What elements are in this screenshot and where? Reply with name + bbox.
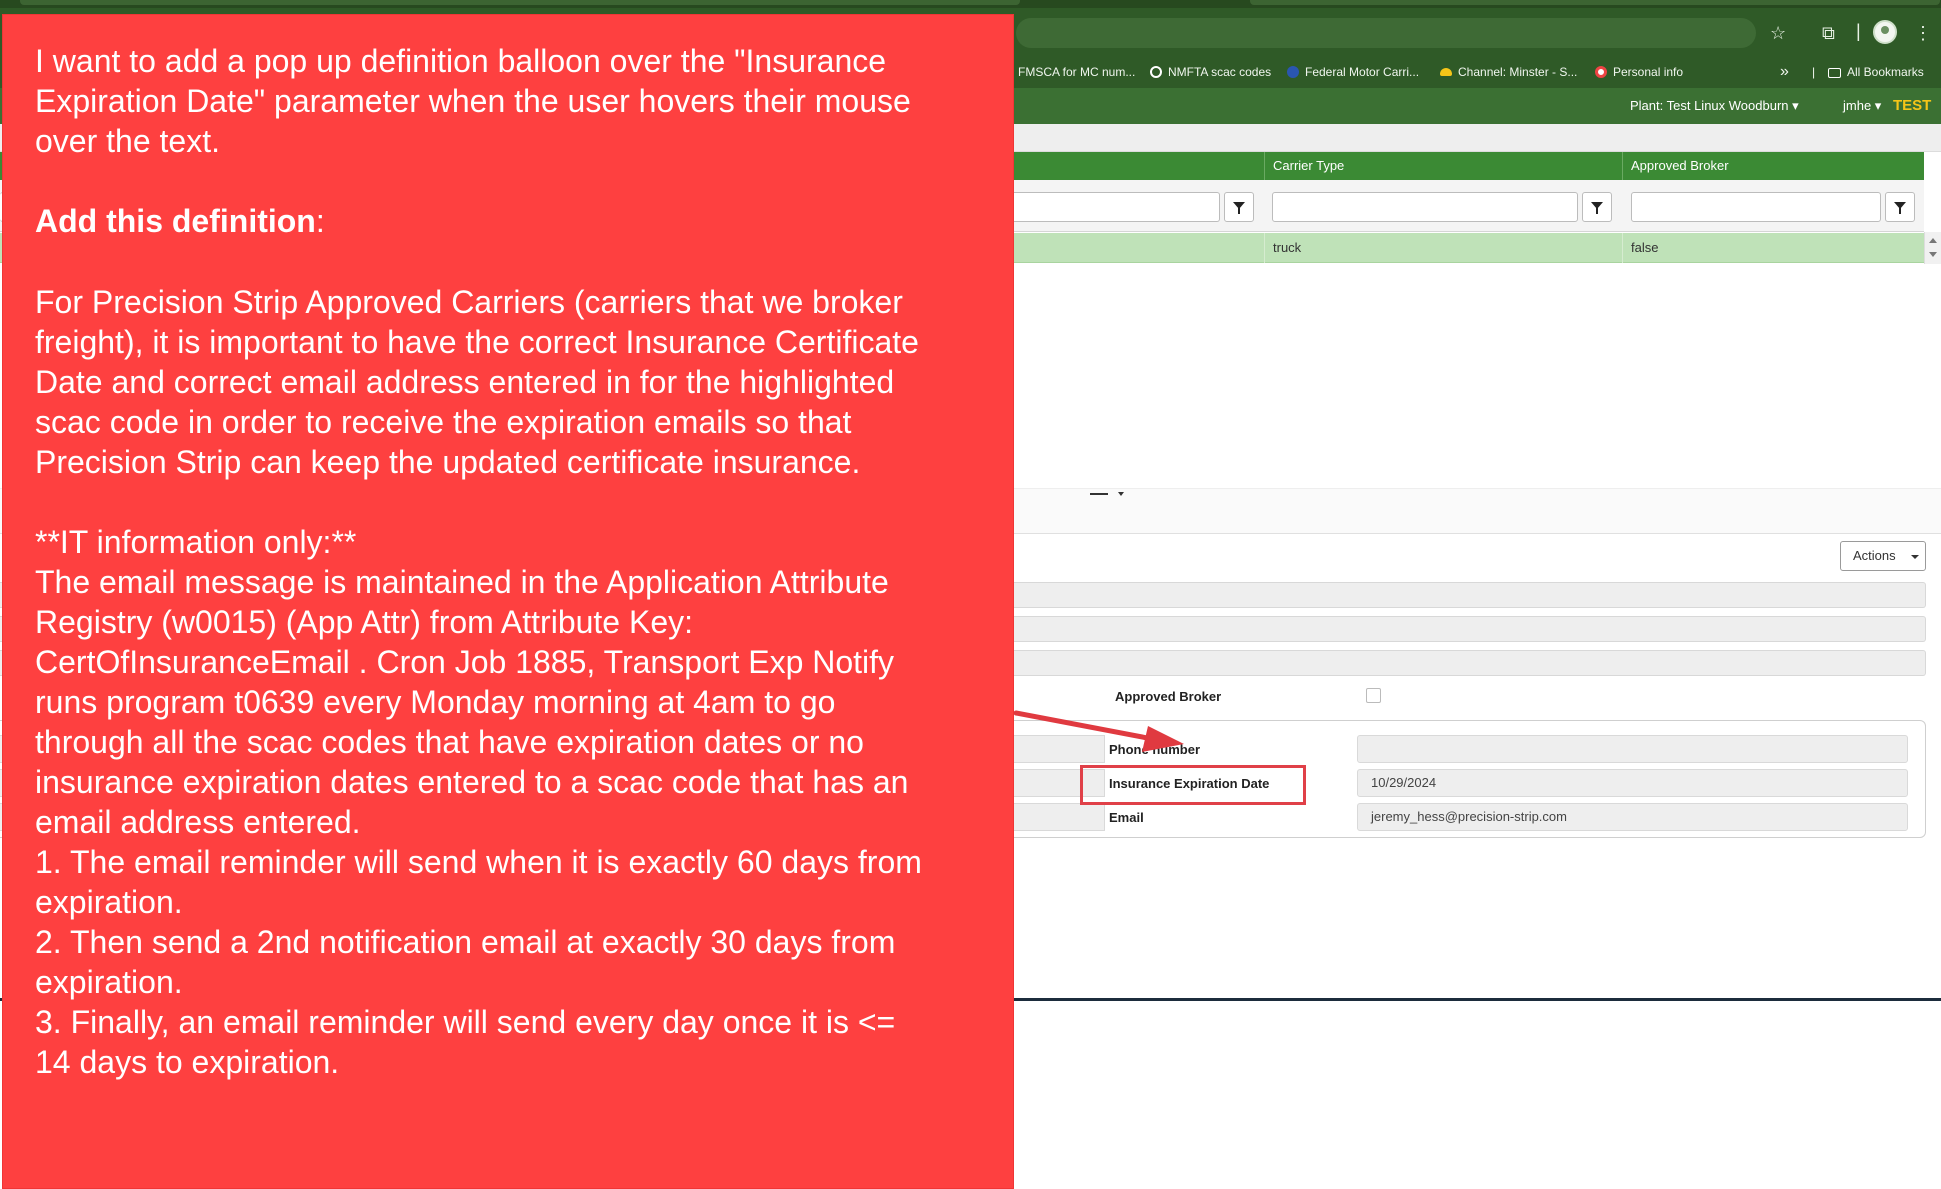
- filter-button-carrier-type[interactable]: [1582, 192, 1612, 222]
- note-intro-line: over the text.: [35, 123, 220, 159]
- bookmark-channel-minster[interactable]: Channel: Minster - S...: [1440, 56, 1577, 88]
- email-field[interactable]: jeremy_hess@precision-strip.com: [1357, 803, 1908, 831]
- plant-selector[interactable]: Plant: Test Linux Woodburn ▾: [1630, 88, 1799, 124]
- address-bar[interactable]: [1016, 18, 1756, 48]
- scroll-up-icon[interactable]: [1929, 238, 1937, 243]
- filter-input-carrier-type[interactable]: [1272, 192, 1578, 222]
- bookmarks-divider: |: [1812, 65, 1816, 79]
- note-intro-line: Expiration Date" parameter when the user…: [35, 83, 911, 119]
- note-it-line: **IT information only:**: [35, 524, 357, 560]
- note-it-line: 2. Then send a 2nd notification email at…: [35, 924, 896, 960]
- browser-tab[interactable]: [1250, 0, 1940, 5]
- bookmark-personal-info[interactable]: Personal info: [1595, 56, 1683, 88]
- funnel-icon: [1233, 202, 1245, 214]
- globe-icon: [1150, 66, 1162, 78]
- email-label: Email: [1109, 810, 1144, 825]
- note-definition-line: Precision Strip can keep the updated cer…: [35, 444, 861, 480]
- filter-button[interactable]: [1224, 192, 1254, 222]
- note-definition-line: For Precision Strip Approved Carriers (c…: [35, 284, 903, 320]
- funnel-icon: [1894, 202, 1906, 214]
- hat-icon: [1440, 68, 1452, 76]
- note-it-line: The email message is maintained in the A…: [35, 564, 889, 600]
- highlight-box: [1080, 765, 1306, 805]
- note-it-line: CertOfInsuranceEmail . Cron Job 1885, Tr…: [35, 644, 895, 680]
- cell-carrier-type: truck: [1264, 233, 1622, 263]
- bookmark-federal-motor[interactable]: Federal Motor Carri...: [1287, 56, 1419, 88]
- profile-avatar-icon[interactable]: [1873, 20, 1897, 44]
- bookmark-fmsca[interactable]: FMSCA for MC num...: [1018, 56, 1135, 88]
- cell-approved-broker: false: [1622, 233, 1924, 263]
- note-it-line: expiration.: [35, 964, 183, 1000]
- funnel-icon: [1591, 202, 1603, 214]
- drag-handle-icon[interactable]: [1090, 493, 1108, 495]
- environment-badge: TEST: [1893, 97, 1932, 114]
- actions-dropdown[interactable]: Actions: [1840, 541, 1926, 571]
- filter-input-approved-broker[interactable]: [1631, 192, 1881, 222]
- note-definition-line: freight), it is important to have the co…: [35, 324, 919, 360]
- all-bookmarks[interactable]: All Bookmarks: [1828, 56, 1924, 88]
- browser-tab-strip: [0, 0, 1941, 8]
- note-definition-line: Date and correct email address entered i…: [35, 364, 895, 400]
- note-it-line: insurance expiration dates entered to a …: [35, 764, 909, 800]
- chevron-down-icon[interactable]: [1118, 492, 1124, 496]
- note-heading-bold: Add this definition: [35, 203, 316, 239]
- menu-kebab-icon[interactable]: ⋮: [1914, 24, 1932, 42]
- column-header-carrier-type[interactable]: Carrier Type: [1264, 152, 1622, 180]
- annotation-note: I want to add a pop up definition balloo…: [2, 14, 1014, 1189]
- screen: ☆ ⧉ | ⋮ FMSCA for MC num... NMFTA scac c…: [0, 0, 1941, 1189]
- note-heading-colon: :: [315, 203, 325, 239]
- phone-number-field[interactable]: [1357, 735, 1908, 763]
- folder-icon: [1828, 68, 1841, 78]
- note-it-line: 1. The email reminder will send when it …: [35, 844, 922, 880]
- toolbar-divider: |: [1856, 21, 1861, 41]
- column-header-approved-broker[interactable]: Approved Broker: [1622, 152, 1924, 180]
- bookmarks-overflow[interactable]: »: [1780, 56, 1789, 88]
- note-it-line: expiration.: [35, 884, 183, 920]
- note-it-line: 14 days to expiration.: [35, 1044, 340, 1080]
- note-heading: Add this definition:: [35, 201, 325, 241]
- note-it-line: 3. Finally, an email reminder will send …: [35, 1004, 896, 1040]
- star-icon[interactable]: ☆: [1770, 24, 1786, 42]
- note-intro-line: I want to add a pop up definition balloo…: [35, 43, 887, 79]
- annotation-arrow: [1013, 710, 1184, 752]
- note-it-line: runs program t0639 every Monday morning …: [35, 684, 836, 720]
- note-definition-line: scac code in order to receive the expira…: [35, 404, 852, 440]
- extensions-icon[interactable]: ⧉: [1822, 24, 1835, 42]
- note-it-line: through all the scac codes that have exp…: [35, 724, 864, 760]
- filter-button-approved-broker[interactable]: [1885, 192, 1915, 222]
- user-menu[interactable]: jmhe ▾: [1843, 88, 1881, 124]
- note-it-line: email address entered.: [35, 804, 361, 840]
- bookmark-nmfta[interactable]: NMFTA scac codes: [1150, 56, 1271, 88]
- scroll-down-icon[interactable]: [1929, 252, 1937, 257]
- dot-icon: [1287, 66, 1299, 78]
- note-it-line: Registry (w0015) (App Attr) from Attribu…: [35, 604, 694, 640]
- google-icon: [1595, 66, 1607, 78]
- approved-broker-checkbox[interactable]: [1366, 688, 1381, 703]
- grid-scrollbar[interactable]: [1924, 232, 1941, 264]
- insurance-expiration-date-field[interactable]: 10/29/2024: [1357, 769, 1908, 797]
- browser-tab[interactable]: [20, 0, 1020, 5]
